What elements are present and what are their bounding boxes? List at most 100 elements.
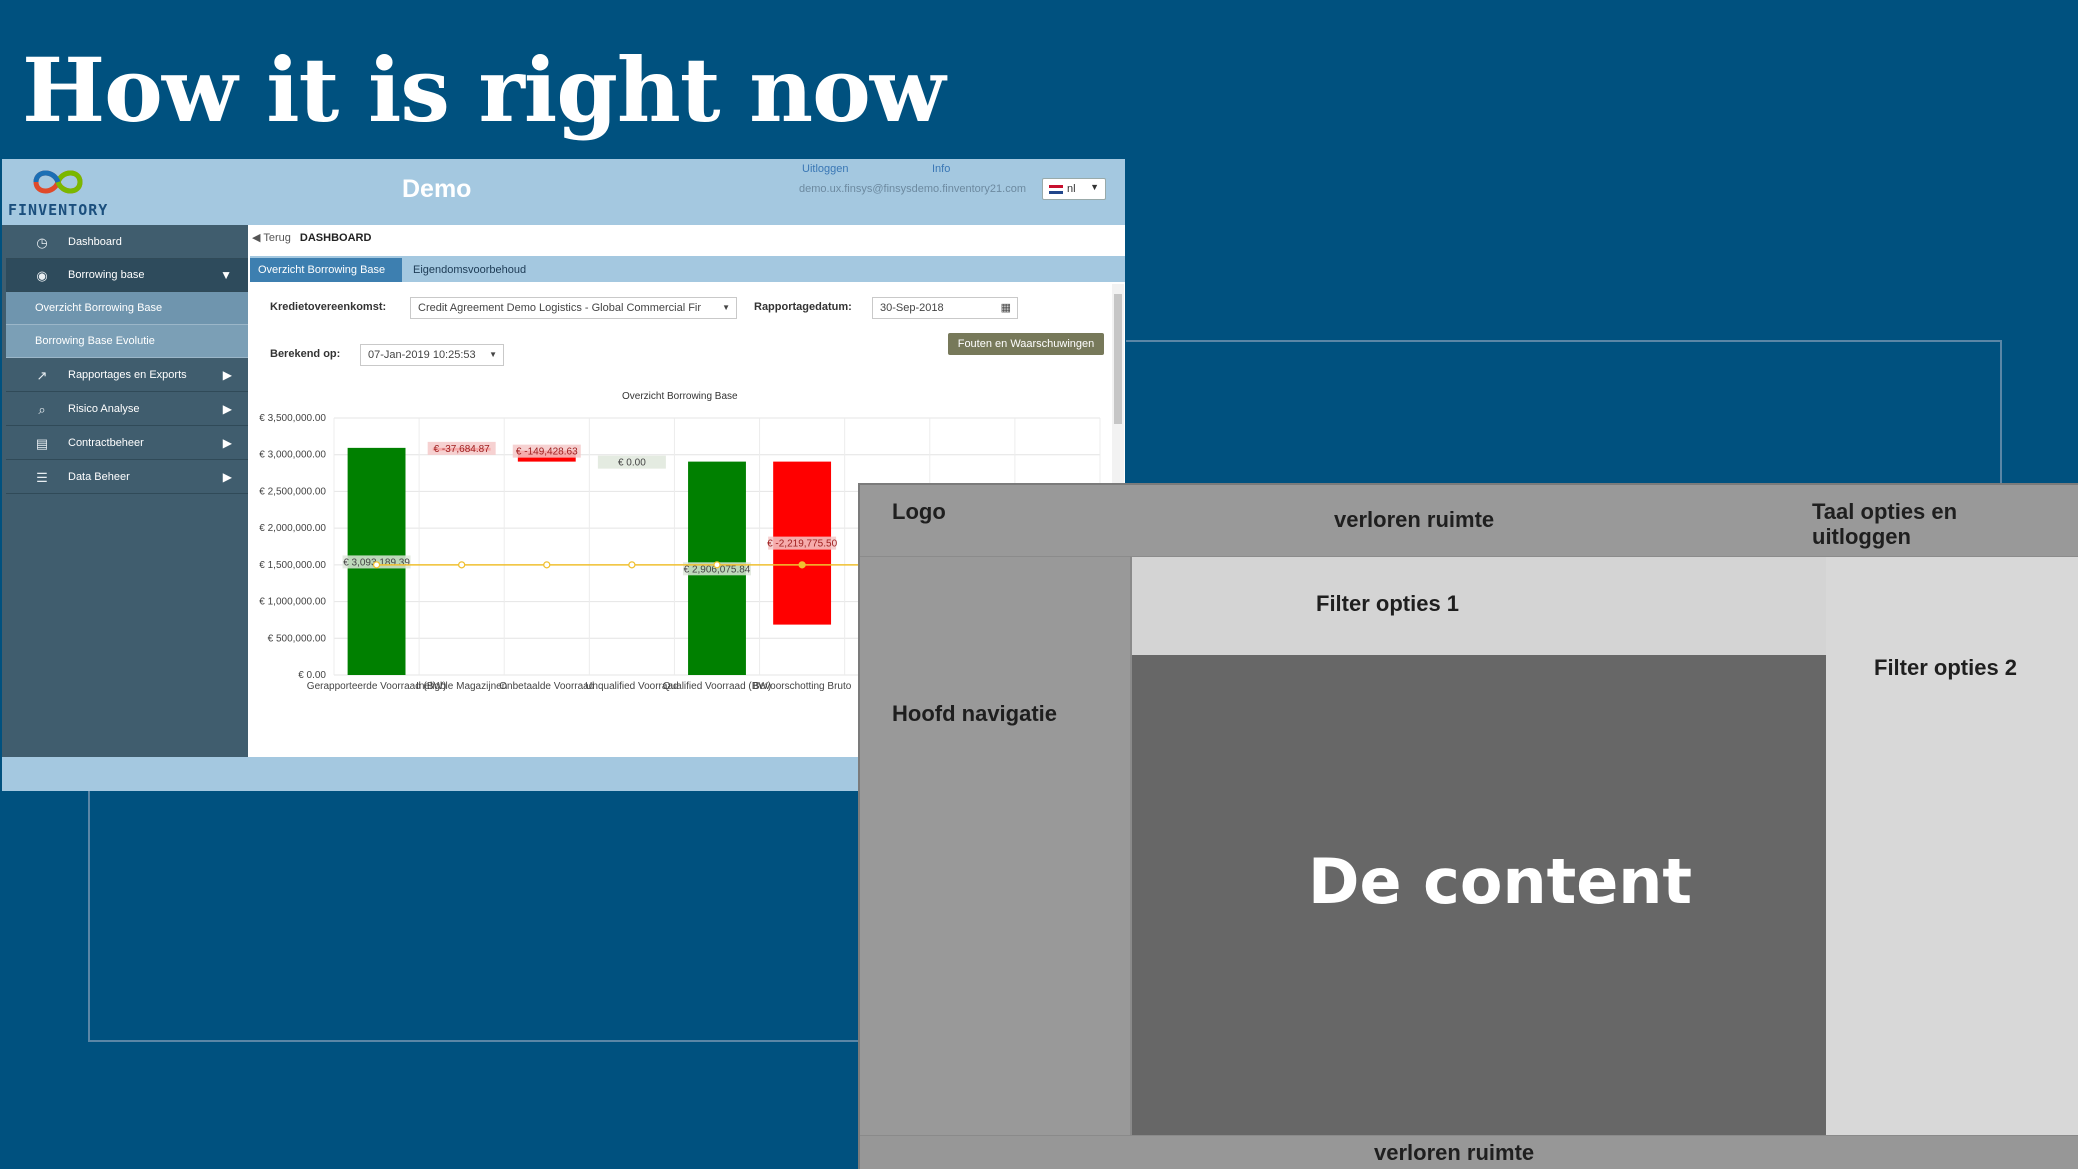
wireframe-header: Logo verloren ruimte Taal opties en uitl… [860, 485, 2078, 557]
agreement-label: Kredietovereenkomst: [270, 301, 387, 313]
wireframe-filter2-label: Filter opties 2 [1874, 655, 2018, 680]
wireframe-language-label: Taal opties en uitloggen [1812, 499, 1958, 549]
x-tick-label: Bevoorschotting Bruto [753, 681, 852, 692]
eye-icon: ◉ [36, 268, 48, 283]
chevron-right-icon: ▶ [222, 402, 232, 416]
chevron-right-icon: ▶ [222, 470, 232, 484]
sidebar-item-borrowing-base[interactable]: ◉ Borrowing base ▼ [6, 259, 248, 292]
breadcrumb-current: DASHBOARD [299, 232, 372, 244]
chart-up-icon: ↗ [36, 368, 48, 383]
report-date-value: 30-Sep-2018 [880, 302, 944, 314]
calculated-label: Berekend op: [270, 348, 341, 360]
y-tick-label: € 3,000,000.00 [259, 450, 326, 461]
wireframe-logo-label: Logo [892, 499, 946, 524]
wireframe-content: De content [1132, 655, 1826, 1135]
calculated-value: 07-Jan-2019 10:25:53 [368, 349, 476, 361]
sidebar-subitem-evolutie[interactable]: Borrowing Base Evolutie [6, 325, 248, 358]
y-tick-label: € 0.00 [298, 670, 326, 681]
report-date-label: Rapportagedatum: [754, 301, 852, 313]
language-select[interactable]: nl ▼ [1042, 178, 1106, 200]
sidebar-item-data-beheer[interactable]: ☰ Data Beheer ▶ [6, 461, 248, 494]
magnifier-icon: ⌕ [38, 402, 46, 417]
wireframe-filter-2: Filter opties 2 [1826, 557, 2078, 1135]
wireframe-filter-1: Filter opties 1 [1132, 557, 1826, 655]
chevron-down-icon: ▼ [220, 268, 232, 282]
data-label: € -2,219,775.50 [767, 539, 837, 550]
caret-down-icon: ▼ [1090, 182, 1099, 192]
logout-link[interactable]: Uitloggen [802, 163, 848, 175]
app-header: FINVENTORY Demo Uitloggen Info demo.ux.f… [2, 159, 1125, 225]
reference-point [628, 561, 636, 569]
sidebar-item-dashboard[interactable]: ◷ Dashboard [6, 226, 248, 259]
sidebar-item-risico[interactable]: ⌕ Risico Analyse ▶ [6, 393, 248, 426]
logo-text: FINVENTORY [8, 201, 109, 219]
calendar-icon[interactable]: ▦ [1001, 301, 1011, 314]
sidebar-item-contractbeheer[interactable]: ▤ Contractbeheer ▶ [6, 427, 248, 460]
scroll-thumb[interactable] [1114, 294, 1122, 424]
sidebar-item-label: Risico Analyse [68, 403, 140, 415]
sidebar-item-label: Dashboard [68, 236, 122, 248]
wireframe-bottom-waste-label: verloren ruimte [1374, 1140, 1535, 1165]
dutch-flag-icon [1049, 185, 1063, 194]
breadcrumb: ◀ Terug DASHBOARD [252, 231, 371, 244]
errors-warnings-button[interactable]: Fouten en Waarschuwingen [948, 333, 1104, 355]
sidebar-item-label: Rapportages en Exports [68, 369, 187, 381]
report-date-input[interactable]: 30-Sep-2018 ▦ [872, 297, 1018, 319]
slide-title: How it is right now [22, 38, 946, 142]
wireframe-nav-label: Hoofd navigatie [892, 701, 1058, 726]
back-link[interactable]: Terug [263, 232, 291, 244]
sidebar-subitem-overzicht[interactable]: Overzicht Borrowing Base [6, 292, 248, 325]
calculated-select[interactable]: 07-Jan-2019 10:25:53 ▼ [360, 344, 504, 366]
y-tick-label: € 1,000,000.00 [259, 597, 326, 608]
data-label: € 0.00 [618, 458, 646, 469]
wireframe-footer: verloren ruimte [860, 1135, 2078, 1169]
info-link[interactable]: Info [932, 163, 950, 175]
sidebar-item-label: Contractbeheer [68, 437, 144, 449]
outline-frame-left [88, 790, 860, 1042]
sidebar-item-label: Borrowing Base Evolutie [35, 335, 155, 347]
reference-point [798, 561, 806, 569]
wireframe-main-nav: Hoofd navigatie [860, 557, 1132, 1135]
caret-down-icon: ▼ [489, 350, 497, 359]
tab-eigendomsvoorbehoud[interactable]: Eigendomsvoorbehoud [405, 258, 535, 282]
reference-point [372, 561, 381, 569]
language-label: nl [1067, 183, 1076, 195]
tab-bar: Overzicht Borrowing Base Eigendomsvoorbe… [250, 256, 1125, 282]
agreement-value: Credit Agreement Demo Logistics - Global… [418, 302, 702, 314]
back-arrow-icon[interactable]: ◀ [252, 232, 260, 244]
outline-frame-right [1126, 340, 2002, 487]
y-tick-label: € 2,500,000.00 [259, 486, 326, 497]
reference-point [458, 561, 466, 569]
wireframe-overlay: Logo verloren ruimte Taal opties en uitl… [858, 483, 2078, 1169]
sidebar: ◷ Dashboard ◉ Borrowing base ▼ Overzicht… [2, 225, 248, 757]
chevron-right-icon: ▶ [222, 368, 232, 382]
sidebar-item-label: Borrowing base [68, 269, 145, 281]
wireframe-content-label: De content [1308, 845, 1693, 918]
chart-title: Overzicht Borrowing Base [622, 391, 738, 402]
sidebar-item-label: Data Beheer [68, 471, 130, 483]
database-icon: ☰ [36, 470, 48, 485]
contract-icon: ▤ [35, 436, 49, 451]
sidebar-item-rapportages[interactable]: ↗ Rapportages en Exports ▶ [6, 359, 248, 392]
y-tick-label: € 1,500,000.00 [259, 560, 326, 571]
y-tick-label: € 3,500,000.00 [259, 413, 326, 424]
chevron-right-icon: ▶ [222, 436, 232, 450]
tab-overzicht[interactable]: Overzicht Borrowing Base [250, 258, 402, 282]
x-tick-label: Onbetaalde Voorraad [499, 681, 594, 692]
wireframe-top-waste-label: verloren ruimte [1334, 507, 1495, 532]
agreement-select[interactable]: Credit Agreement Demo Logistics - Global… [410, 297, 737, 319]
wireframe-filter1-label: Filter opties 1 [1316, 591, 1460, 616]
caret-down-icon: ▼ [722, 303, 730, 312]
data-label: € -149,428.63 [516, 447, 578, 458]
y-tick-label: € 500,000.00 [268, 633, 327, 644]
sidebar-item-label: Overzicht Borrowing Base [35, 302, 163, 314]
data-label: € -37,684.87 [434, 444, 491, 455]
reference-point [713, 561, 721, 569]
infinity-logo-icon [33, 170, 83, 194]
reference-point [543, 561, 551, 569]
app-title: Demo [402, 175, 472, 203]
y-tick-label: € 2,000,000.00 [259, 523, 326, 534]
user-email: demo.ux.finsys@finsysdemo.finventory21.c… [799, 183, 1026, 195]
x-tick-label: Ineligble Magazijnen [416, 681, 507, 692]
dashboard-icon: ◷ [36, 235, 48, 250]
